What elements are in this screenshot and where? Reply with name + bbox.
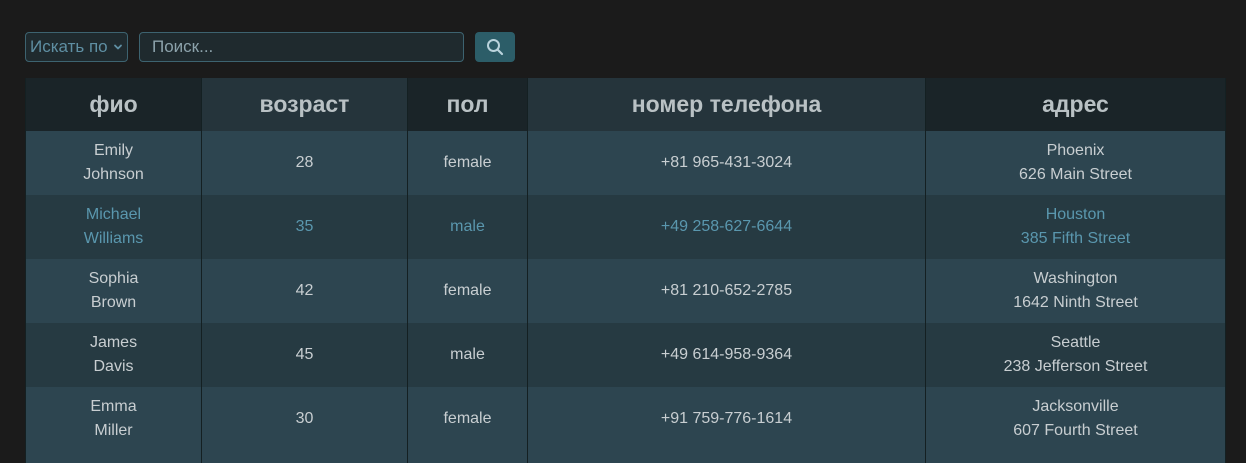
table-row[interactable]: Michael Williams 35 male +49 258-627-6644… — [25, 195, 1226, 259]
cell-age: 28 — [201, 131, 408, 195]
cell-empty — [25, 451, 202, 463]
table-row[interactable]: Emily Johnson 28 female +81 965-431-3024 … — [25, 131, 1226, 195]
cell-gender: male — [407, 195, 528, 259]
address-city: Washington — [1033, 270, 1118, 287]
last-name: Williams — [83, 230, 144, 247]
cell-empty — [527, 451, 926, 463]
cell-gender: female — [407, 131, 528, 195]
search-input[interactable] — [139, 32, 464, 62]
first-name: Emma — [90, 398, 137, 415]
address-city: Houston — [1045, 206, 1106, 223]
search-button[interactable] — [475, 32, 515, 62]
address-city: Jacksonville — [1032, 398, 1119, 415]
cell-name: Emma Miller — [25, 387, 202, 451]
cell-age: 45 — [201, 323, 408, 387]
table-row[interactable]: James Davis 45 male +49 614-958-9364 Seat… — [25, 323, 1226, 387]
last-name: Davis — [93, 358, 134, 375]
address-street: 385 Fifth Street — [1020, 230, 1131, 247]
cell-name: Sophia Brown — [25, 259, 202, 323]
column-header-gender[interactable]: пол — [407, 78, 528, 131]
cell-age: 35 — [201, 195, 408, 259]
first-name: Sophia — [88, 270, 139, 287]
cell-name: Michael Williams — [25, 195, 202, 259]
cell-phone: +91 759-776-1614 — [527, 387, 926, 451]
table-row-partial — [25, 451, 1226, 463]
address-street: 238 Jefferson Street — [1003, 358, 1148, 375]
search-field-select[interactable]: Искать по — [25, 32, 128, 62]
last-name: Brown — [90, 294, 137, 311]
address-street: 1642 Ninth Street — [1013, 294, 1138, 311]
cell-address: Phoenix 626 Main Street — [925, 131, 1226, 195]
search-field-select-label: Искать по — [30, 37, 108, 56]
chevron-down-icon — [114, 44, 122, 50]
first-name: Michael — [85, 206, 142, 223]
cell-name: James Davis — [25, 323, 202, 387]
cell-age: 30 — [201, 387, 408, 451]
cell-phone: +49 614-958-9364 — [527, 323, 926, 387]
column-header-name[interactable]: фио — [25, 78, 202, 131]
column-header-phone[interactable]: номер телефона — [527, 78, 926, 131]
column-header-age[interactable]: возраст — [201, 78, 408, 131]
first-name: Emily — [93, 142, 134, 159]
address-city: Phoenix — [1046, 142, 1105, 159]
cell-address: Seattle 238 Jefferson Street — [925, 323, 1226, 387]
search-icon — [487, 39, 504, 56]
last-name: Johnson — [83, 166, 144, 183]
cell-gender: female — [407, 259, 528, 323]
first-name: James — [89, 334, 138, 351]
last-name: Miller — [94, 422, 133, 439]
column-header-address[interactable]: адрес — [925, 78, 1226, 131]
table-row[interactable]: Sophia Brown 42 female +81 210-652-2785 W… — [25, 259, 1226, 323]
cell-empty — [925, 451, 1226, 463]
table-row[interactable]: Emma Miller 30 female +91 759-776-1614 Ja… — [25, 387, 1226, 451]
cell-address: Washington 1642 Ninth Street — [925, 259, 1226, 323]
address-street: 607 Fourth Street — [1013, 422, 1138, 439]
cell-age: 42 — [201, 259, 408, 323]
cell-gender: female — [407, 387, 528, 451]
address-street: 626 Main Street — [1019, 166, 1132, 183]
cell-address: Houston 385 Fifth Street — [925, 195, 1226, 259]
cell-empty — [407, 451, 528, 463]
cell-phone: +49 258-627-6644 — [527, 195, 926, 259]
cell-empty — [201, 451, 408, 463]
cell-phone: +81 210-652-2785 — [527, 259, 926, 323]
table-header-row: фио возраст пол номер телефона адрес — [25, 78, 1226, 131]
cell-address: Jacksonville 607 Fourth Street — [925, 387, 1226, 451]
cell-phone: +81 965-431-3024 — [527, 131, 926, 195]
cell-name: Emily Johnson — [25, 131, 202, 195]
address-city: Seattle — [1050, 334, 1101, 351]
search-toolbar: Искать по — [25, 32, 515, 62]
cell-gender: male — [407, 323, 528, 387]
users-table: фио возраст пол номер телефона адрес Emi… — [25, 78, 1226, 463]
